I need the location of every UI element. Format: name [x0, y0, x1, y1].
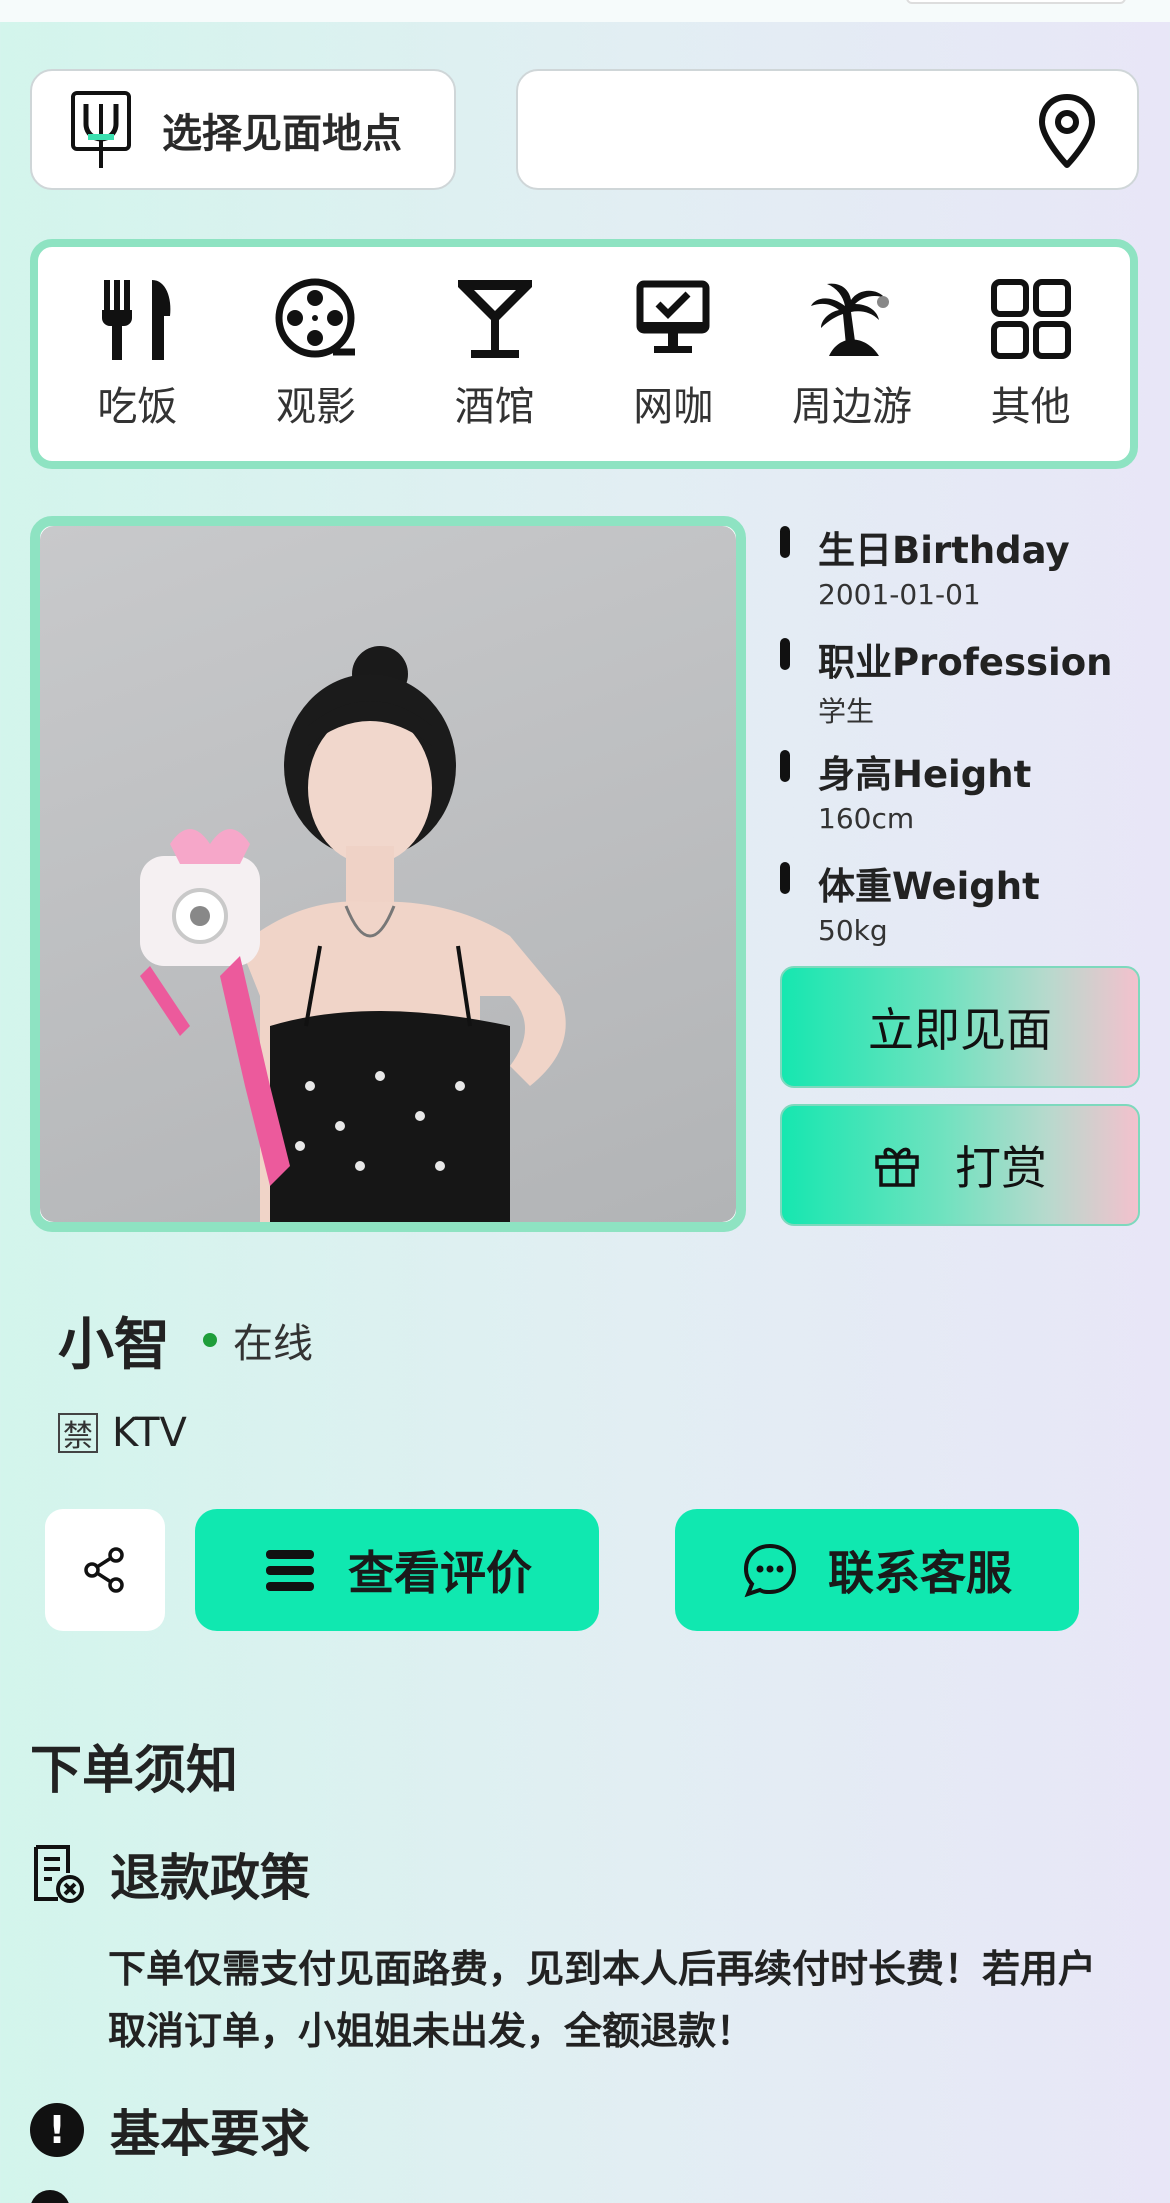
forbidden-badge: 禁 [58, 1413, 98, 1454]
refund-policy-header: 退款政策 [30, 1838, 310, 1910]
tip-label: 打赏 [955, 1141, 1047, 1195]
category-label: 网咖 [633, 384, 714, 430]
info-value: 2001-01-01 [818, 578, 981, 611]
online-dot [203, 1333, 217, 1347]
refund-policy-text: 下单仅需支付见面路费，见到本人后再续付时长费！若用户取消订单，小姐姐未出发，全额… [108, 1947, 1097, 2053]
monitor-check-icon [636, 280, 710, 353]
info-marker [780, 862, 790, 894]
meet-now-label: 立即见面 [868, 1003, 1052, 1057]
profile-photo-frame[interactable] [30, 516, 746, 1232]
contact-service-label: 联系客服 [828, 1546, 1012, 1600]
tip-button[interactable]: 打赏 [780, 1104, 1140, 1226]
info-profession: 职业Profession 学生 [780, 632, 1160, 744]
profile-name: 小智 [58, 1313, 170, 1378]
info-key: 职业Profession [818, 641, 1113, 684]
venue-logo-icon [71, 90, 131, 168]
info-marker [780, 526, 790, 558]
category-label: 周边游 [791, 384, 912, 430]
info-key: 身高Height [818, 753, 1032, 796]
info-key: 生日Birthday [818, 529, 1070, 572]
info-key: 体重Weight [818, 865, 1040, 908]
category-movie[interactable]: 观影 [236, 276, 396, 432]
online-status: 在线 [203, 1311, 313, 1369]
select-location-label: 选择见面地点 [162, 110, 402, 157]
order-notice-title: 下单须知 [30, 1741, 239, 1801]
address-field[interactable] [516, 69, 1139, 190]
select-location-button[interactable]: 选择见面地点 [30, 69, 456, 190]
category-dining[interactable]: 吃饭 [57, 276, 217, 432]
exclamation-icon: ! [30, 2103, 84, 2157]
list-icon [266, 1550, 314, 1591]
basic-requirements-header: ! 基本要求 [30, 2094, 310, 2166]
info-marker [780, 750, 790, 782]
view-reviews-label: 查看评价 [348, 1546, 532, 1600]
category-bar: 吃饭 观影 酒馆 网咖 周边游 其他 [30, 239, 1138, 469]
profile-info: 生日Birthday 2001-01-01 职业Profession 学生 身高… [780, 520, 1160, 968]
category-bar-pub[interactable]: 酒馆 [415, 276, 575, 432]
profile-photo [40, 526, 736, 1222]
restriction-label: KTV [112, 1410, 187, 1456]
view-reviews-button[interactable]: 查看评价 [195, 1509, 599, 1631]
document-cancel-icon [34, 1845, 84, 1903]
status-bar [0, 0, 1170, 22]
refund-policy-title: 退款政策 [110, 1849, 310, 1907]
info-height: 身高Height 160cm [780, 744, 1160, 856]
palm-island-icon [810, 283, 889, 356]
category-netcafe[interactable]: 网咖 [593, 276, 753, 432]
info-value: 学生 [818, 695, 875, 728]
share-button[interactable] [45, 1509, 165, 1631]
category-label: 酒馆 [454, 384, 535, 430]
gift-icon [875, 1147, 919, 1187]
info-value: 50kg [818, 914, 888, 947]
share-icon [84, 1547, 124, 1593]
next-section-icon [30, 2190, 70, 2203]
restriction-tag: 禁 KTV [58, 1410, 187, 1456]
profile-photo-illustration [140, 646, 566, 1222]
film-reel-icon [275, 278, 355, 358]
basic-requirements-title: 基本要求 [110, 2105, 310, 2163]
contact-service-button[interactable]: 联系客服 [675, 1509, 1079, 1631]
category-trip[interactable]: 周边游 [772, 276, 932, 432]
category-other[interactable]: 其他 [951, 276, 1111, 432]
map-pin-icon[interactable] [1037, 93, 1097, 171]
grid-icon [990, 279, 1071, 359]
category-label: 观影 [275, 384, 356, 430]
cocktail-icon [457, 280, 532, 358]
category-label: 吃饭 [97, 384, 178, 430]
info-marker [780, 638, 790, 670]
chat-bubble-icon [743, 1543, 797, 1598]
info-weight: 体重Weight 50kg [780, 856, 1160, 968]
home-indicator [906, 0, 1126, 4]
online-status-label: 在线 [233, 1321, 313, 1367]
info-birthday: 生日Birthday 2001-01-01 [780, 520, 1160, 632]
info-value: 160cm [818, 802, 915, 835]
utensils-icon [102, 280, 171, 360]
meet-now-button[interactable]: 立即见面 [780, 966, 1140, 1088]
category-label: 其他 [990, 384, 1071, 430]
